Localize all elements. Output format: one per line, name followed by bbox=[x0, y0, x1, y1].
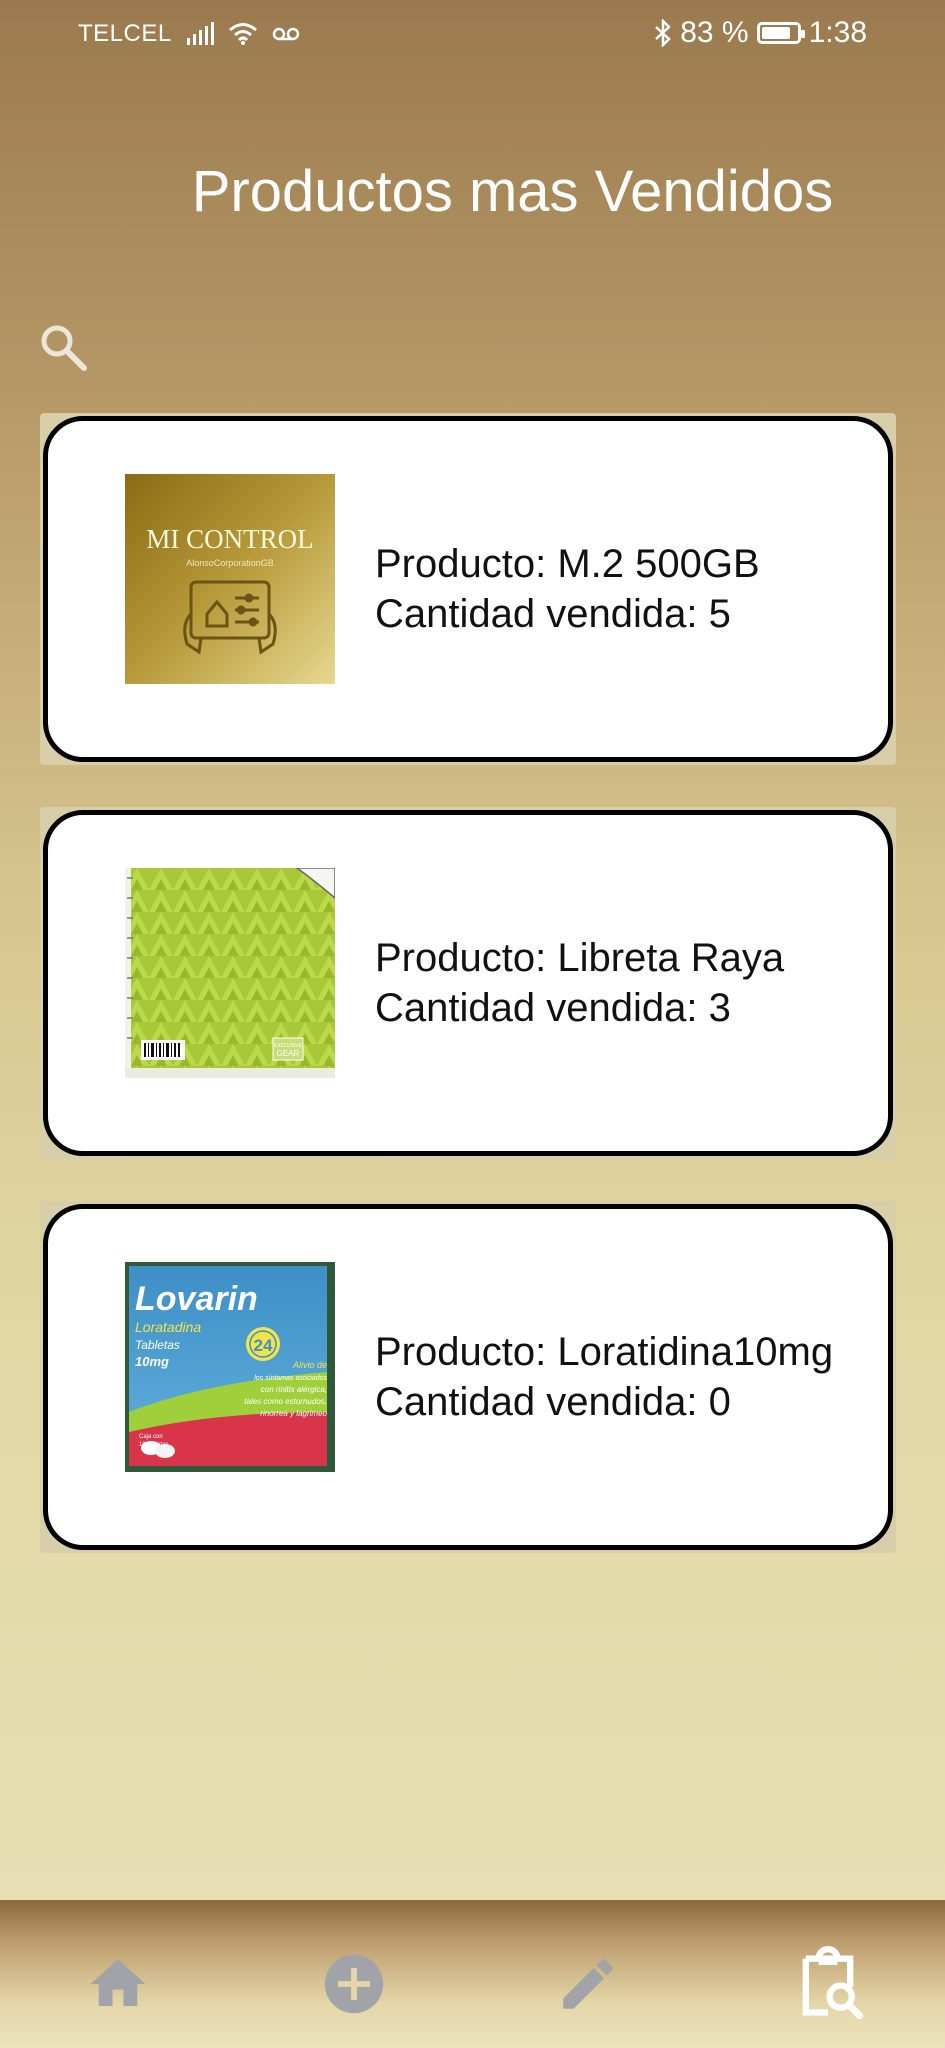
battery-icon bbox=[756, 22, 805, 44]
nav-home[interactable] bbox=[76, 1942, 160, 2026]
product-card[interactable]: EXCLUSIVE GEAR Producto: Libreta Raya Ca… bbox=[43, 810, 893, 1156]
product-card[interactable]: MI CONTROL AlonsoCorporationGB Producto:… bbox=[43, 416, 893, 762]
nav-best-sellers[interactable] bbox=[786, 1942, 870, 2026]
box-pack: Caja con bbox=[139, 1434, 163, 1440]
product-quantity: Cantidad vendida: 5 bbox=[375, 592, 731, 636]
product-info: Producto: M.2 500GB Cantidad vendida: 5 bbox=[375, 421, 858, 757]
wifi-icon bbox=[228, 23, 257, 45]
status-left: TELCEL bbox=[78, 20, 300, 48]
carrier-label: TELCEL bbox=[78, 20, 172, 47]
product-image: Lovarin Loratadina Tabletas 10mg 24 Aliv… bbox=[125, 1262, 335, 1472]
barcode bbox=[141, 1040, 185, 1060]
product-card-frame: MI CONTROL AlonsoCorporationGB Producto:… bbox=[40, 413, 896, 765]
voicemail-icon bbox=[272, 27, 299, 41]
box-brand: Lovarin bbox=[135, 1280, 258, 1318]
product-quantity: Cantidad vendida: 3 bbox=[375, 986, 731, 1030]
box-blurb: con rinitis alérgica, bbox=[261, 1385, 327, 1394]
add-circle-icon bbox=[324, 1954, 384, 2014]
box-dose: 10mg bbox=[135, 1354, 169, 1369]
nav-add[interactable] bbox=[312, 1942, 396, 2026]
product-image: MI CONTROL AlonsoCorporationGB bbox=[125, 474, 335, 684]
search-icon bbox=[41, 325, 87, 371]
box-blurb: los síntomas asociados bbox=[254, 1375, 327, 1382]
product-info: Producto: Loratidina10mg Cantidad vendid… bbox=[375, 1209, 858, 1545]
logo-headline: MI CONTROL bbox=[146, 524, 313, 554]
home-icon bbox=[90, 1959, 146, 2006]
badge-line2: GEAR bbox=[277, 1049, 300, 1058]
edit-icon bbox=[563, 1959, 613, 2009]
nav-edit[interactable] bbox=[546, 1942, 630, 2026]
signal-icon bbox=[186, 22, 214, 45]
product-card-frame: EXCLUSIVE GEAR Producto: Libreta Raya Ca… bbox=[40, 807, 896, 1159]
box-pack: 10 tabletas bbox=[139, 1442, 168, 1448]
box-blurb: rinorrea y lagrimeo bbox=[260, 1409, 327, 1418]
clock: 1:38 bbox=[808, 16, 867, 49]
product-card[interactable]: Lovarin Loratadina Tabletas 10mg 24 Aliv… bbox=[43, 1204, 893, 1550]
box-generic: Loratadina bbox=[135, 1319, 201, 1335]
box-blurb: tales como estornudos, bbox=[244, 1397, 327, 1406]
product-image: EXCLUSIVE GEAR bbox=[125, 868, 335, 1078]
product-info: Producto: Libreta Raya Cantidad vendida:… bbox=[375, 815, 858, 1151]
box-blurb: Alivio de bbox=[292, 1360, 327, 1370]
bottom-nav bbox=[0, 1900, 945, 2048]
bluetooth-icon bbox=[655, 19, 672, 47]
product-card-frame: Lovarin Loratadina Tabletas 10mg 24 Aliv… bbox=[40, 1201, 896, 1553]
status-right: 83 % 1:38 bbox=[654, 16, 867, 50]
product-quantity: Cantidad vendida: 0 bbox=[375, 1380, 731, 1424]
clipboard-search-icon bbox=[802, 1946, 864, 2020]
battery-fill bbox=[761, 27, 790, 39]
box-hours: 24 bbox=[254, 1336, 273, 1355]
box-form: Tabletas bbox=[135, 1338, 180, 1352]
logo-subline: AlonsoCorporationGB bbox=[186, 558, 274, 568]
battery-percent: 83 % bbox=[680, 16, 749, 49]
product-name: Producto: Libreta Raya bbox=[375, 936, 785, 980]
status-bar: TELCEL 83 % 1:38 bbox=[0, 0, 945, 72]
product-name: Producto: M.2 500GB bbox=[375, 542, 760, 586]
product-name: Producto: Loratidina10mg bbox=[375, 1330, 834, 1374]
page-title: Productos mas Vendidos bbox=[191, 159, 834, 224]
search-button[interactable] bbox=[36, 320, 92, 376]
